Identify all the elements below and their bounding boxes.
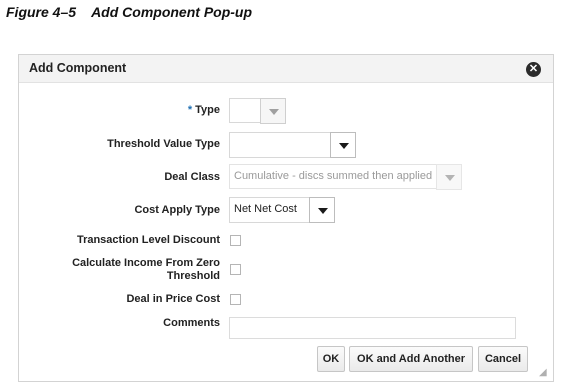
ok-button[interactable]: OK <box>317 346 345 372</box>
chevron-down-icon <box>339 143 349 149</box>
transaction-level-discount-checkbox[interactable] <box>230 235 241 246</box>
cost-apply-type-label: Cost Apply Type <box>134 204 220 216</box>
calculate-income-label: Calculate Income From Zero Threshold <box>72 257 220 283</box>
type-select[interactable] <box>229 98 286 124</box>
deal-class-label: Deal Class <box>164 171 220 183</box>
calculate-income-label-line1: Calculate Income From Zero <box>72 257 220 269</box>
cost-apply-type-select[interactable]: Net Net Cost <box>229 197 335 223</box>
close-icon[interactable]: ✕ <box>526 62 541 77</box>
cost-apply-type-value: Net Net Cost <box>234 203 297 215</box>
cost-apply-type-dropdown-button[interactable] <box>309 197 335 223</box>
type-label: * Type <box>188 104 220 116</box>
type-label-text: Type <box>195 104 220 116</box>
deal-class-value: Cumulative - discs summed then applied <box>234 170 433 182</box>
calculate-income-from-zero-threshold-checkbox[interactable] <box>230 264 241 275</box>
dialog-header: Add Component ✕ <box>19 55 553 83</box>
deal-in-price-cost-checkbox[interactable] <box>230 294 241 305</box>
figure-caption: Figure 4–5 Add Component Pop-up <box>6 4 253 20</box>
deal-class-dropdown-button <box>436 164 462 190</box>
calculate-income-label-line2: Threshold <box>166 270 220 282</box>
chevron-down-icon <box>269 109 279 115</box>
deal-class-select: Cumulative - discs summed then applied <box>229 164 462 190</box>
comments-label: Comments <box>163 317 220 329</box>
threshold-value-type-dropdown-button[interactable] <box>330 132 356 158</box>
ok-and-add-another-button[interactable]: OK and Add Another <box>349 346 473 372</box>
chevron-down-icon <box>318 208 328 214</box>
deal-in-price-cost-label: Deal in Price Cost <box>126 293 220 305</box>
threshold-value-type-select[interactable] <box>229 132 356 158</box>
threshold-value-type-label: Threshold Value Type <box>107 138 220 150</box>
resize-grip-icon[interactable]: ◢ <box>539 367 551 379</box>
required-marker: * <box>187 104 193 116</box>
dialog-title: Add Component <box>29 61 127 75</box>
comments-textarea[interactable] <box>229 317 516 339</box>
cancel-button[interactable]: Cancel <box>478 346 528 372</box>
type-dropdown-button[interactable] <box>260 98 286 124</box>
transaction-level-discount-label: Transaction Level Discount <box>76 234 220 246</box>
add-component-dialog: Add Component ✕ * Type Threshold Value Ty… <box>18 54 554 382</box>
chevron-down-icon <box>445 175 455 181</box>
